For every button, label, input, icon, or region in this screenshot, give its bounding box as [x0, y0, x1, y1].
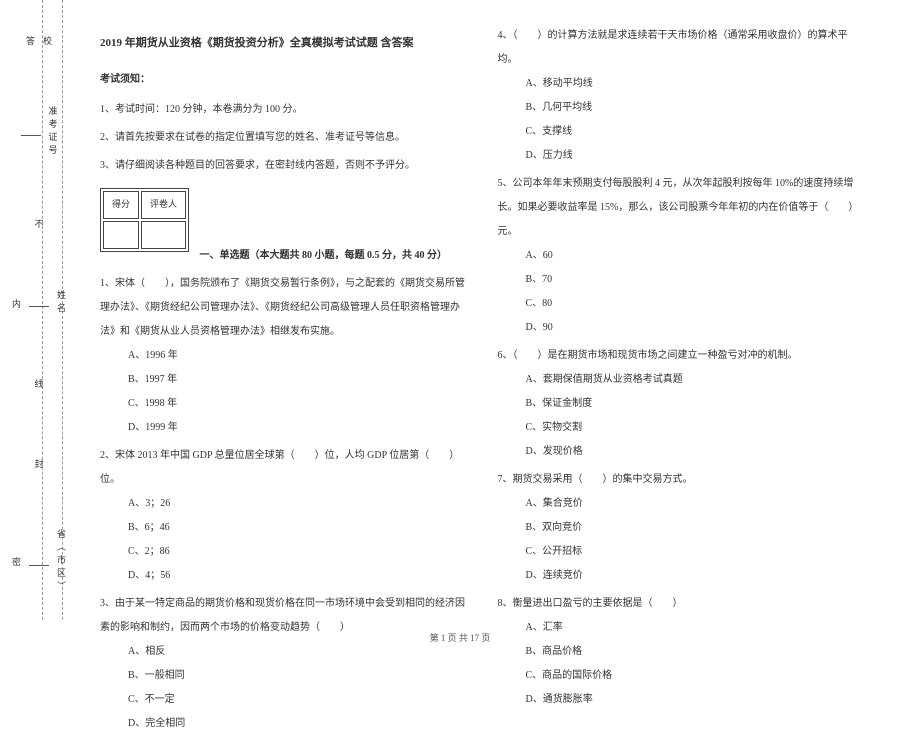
question: 2、宋体 2013 年中国 GDP 总量位居全球第（ ）位，人均 GDP 位居第…	[100, 444, 468, 588]
side-label: 答	[26, 34, 37, 47]
option: B、一般相同	[100, 664, 468, 688]
option: B、几何平均线	[498, 96, 866, 120]
option: A、套期保值期货从业资格考试真题	[498, 368, 866, 392]
score-cell-label: 评卷人	[141, 191, 186, 219]
score-cell-blank	[141, 221, 186, 249]
option: B、保证金制度	[498, 392, 866, 416]
option: D、1999 年	[100, 416, 468, 440]
question: 6、（ ）是在期货市场和现货市场之间建立一种盈亏对冲的机制。 A、套期保值期货从…	[498, 344, 866, 464]
notice-line: 2、请首先按要求在试卷的指定位置填写您的姓名、准考证号等信息。	[100, 126, 468, 150]
option: D、压力线	[498, 144, 866, 168]
side-label-name: 姓名	[55, 290, 68, 316]
option: B、双向竞价	[498, 516, 866, 540]
page-body: 2019 年期货从业资格《期货投资分析》全真模拟考试试题 含答案 考试须知： 1…	[0, 0, 920, 620]
page-footer: 第 1 页 共 17 页	[0, 631, 920, 644]
option: B、6；46	[100, 516, 468, 540]
option: A、移动平均线	[498, 72, 866, 96]
question: 3、由于某一特定商品的期货价格和现货价格在同一市场环境中会受到相同的经济因素的影…	[100, 592, 468, 736]
side-label-exam-id: 准考证号	[47, 106, 60, 158]
underline	[29, 558, 49, 566]
option: C、1998 年	[100, 392, 468, 416]
option: D、通货膨胀率	[498, 688, 866, 712]
question-stem: 2、宋体 2013 年中国 GDP 总量位居全球第（ ）位，人均 GDP 位居第…	[100, 444, 468, 492]
question-stem: 8、衡量进出口盈亏的主要依据是（ ）	[498, 592, 866, 616]
side-label-region: 省（市区）	[55, 529, 68, 594]
side-label: 线	[35, 377, 46, 390]
option: C、2；86	[100, 540, 468, 564]
score-section-row: 得分 评卷人 一、单选题（本大题共 80 小题，每题 0.5 分，共 40 分）	[100, 182, 468, 267]
option: C、80	[498, 292, 866, 316]
question-stem: 1、宋体（ ），国务院颁布了《期货交易暂行条例》，与之配套的《期货交易所管理办法…	[100, 272, 468, 344]
exam-title: 2019 年期货从业资格《期货投资分析》全真模拟考试试题 含答案	[100, 30, 468, 56]
left-column: 2019 年期货从业资格《期货投资分析》全真模拟考试试题 含答案 考试须知： 1…	[80, 20, 483, 615]
option: C、实物交割	[498, 416, 866, 440]
underline	[29, 299, 49, 307]
option: D、完全相同	[100, 712, 468, 736]
side-label: 校	[43, 34, 54, 47]
option: A、1996 年	[100, 344, 468, 368]
question-stem: 5、公司本年年末预期支付每股股利 4 元，从次年起股利按每年 10%的速度持续增…	[498, 172, 866, 244]
option: A、3；26	[100, 492, 468, 516]
question-stem: 6、（ ）是在期货市场和现货市场之间建立一种盈亏对冲的机制。	[498, 344, 866, 368]
option: A、60	[498, 244, 866, 268]
question: 1、宋体（ ），国务院颁布了《期货交易暂行条例》，与之配套的《期货交易所管理办法…	[100, 272, 468, 440]
question: 8、衡量进出口盈亏的主要依据是（ ） A、汇率 B、商品价格 C、商品的国际价格…	[498, 592, 866, 712]
side-label: 封	[35, 457, 46, 470]
option: D、发现价格	[498, 440, 866, 464]
question-stem: 7、期货交易采用（ ）的集中交易方式。	[498, 468, 866, 492]
option: D、4；56	[100, 564, 468, 588]
score-cell-blank	[103, 221, 139, 249]
right-column: 4、（ ）的计算方法就是求连续若干天市场价格（通常采用收盘价）的算术平均。 A、…	[483, 20, 881, 615]
binding-sidebar: 校 答 准考证号 不 姓名 内 线 封 省（市区） 密	[10, 0, 70, 620]
underline	[21, 128, 41, 136]
option: B、70	[498, 268, 866, 292]
option: C、公开招标	[498, 540, 866, 564]
score-cell-label: 得分	[103, 191, 139, 219]
option: C、支撑线	[498, 120, 866, 144]
option: D、90	[498, 316, 866, 340]
notice-heading: 考试须知：	[100, 68, 468, 92]
section-title: 一、单选题（本大题共 80 小题，每题 0.5 分，共 40 分）	[200, 250, 448, 261]
notice-line: 1、考试时间：120 分钟，本卷满分为 100 分。	[100, 98, 468, 122]
side-label: 不	[35, 217, 46, 230]
question-stem: 4、（ ）的计算方法就是求连续若干天市场价格（通常采用收盘价）的算术平均。	[498, 24, 866, 72]
option: A、集合竞价	[498, 492, 866, 516]
score-table: 得分 评卷人	[100, 188, 189, 251]
side-label: 内	[12, 297, 23, 310]
notice-line: 3、请仔细阅读各种题目的回答要求，在密封线内答题，否则不予评分。	[100, 154, 468, 178]
question: 4、（ ）的计算方法就是求连续若干天市场价格（通常采用收盘价）的算术平均。 A、…	[498, 24, 866, 168]
option: C、不一定	[100, 688, 468, 712]
option: D、连续竞价	[498, 564, 866, 588]
option: C、商品的国际价格	[498, 664, 866, 688]
question: 7、期货交易采用（ ）的集中交易方式。 A、集合竞价 B、双向竞价 C、公开招标…	[498, 468, 866, 588]
question: 5、公司本年年末预期支付每股股利 4 元，从次年起股利按每年 10%的速度持续增…	[498, 172, 866, 340]
option: B、1997 年	[100, 368, 468, 392]
side-label: 密	[12, 555, 23, 568]
